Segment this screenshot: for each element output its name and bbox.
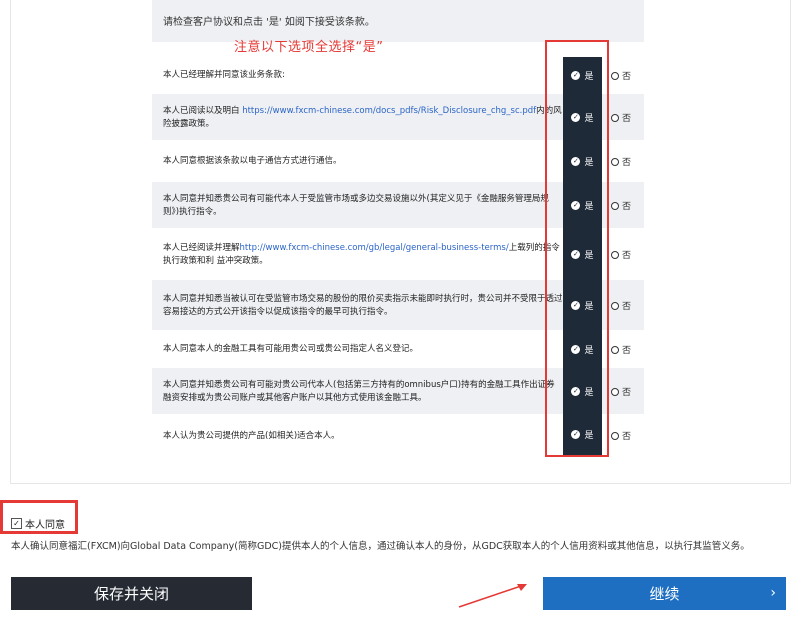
- term-text: 本人已经理解并同意该业务条款:: [163, 70, 285, 80]
- chevron-right-icon: ›: [770, 585, 776, 601]
- term-text: 本人同意并知悉当被认可在受监管市场交易的股份的限价买卖指示未能即时执行时，贵公司…: [163, 294, 563, 317]
- no-label: 否: [622, 114, 632, 124]
- no-option-radio[interactable]: 否: [611, 69, 631, 82]
- radio-icon: [611, 345, 619, 354]
- term-text: 本人同意并知悉贵公司有可能对贵公司代本人(包括第三方持有的omnibus户口)持…: [163, 380, 555, 403]
- term-text: 本人已经阅读并理解http://www.fxcm-chinese.com/gb/…: [163, 242, 563, 268]
- radio-icon: [611, 301, 619, 310]
- no-option-radio[interactable]: 否: [611, 111, 631, 124]
- term-text: 本人已阅读以及明白 https://www.fxcm-chinese.com/d…: [163, 105, 563, 131]
- no-label: 否: [622, 388, 632, 398]
- intro-text: 请检查客户协议和点击 '是' 如阅下接受该条款。: [163, 17, 375, 28]
- radio-icon: [611, 387, 619, 396]
- no-label: 否: [622, 72, 632, 82]
- save-button-label: 保存并关闭: [93, 585, 169, 603]
- agree-note: 本人确认同意福汇(FXCM)向Global Data Company(简称GDC…: [11, 541, 750, 552]
- no-label: 否: [622, 251, 632, 261]
- term-text: 本人同意本人的金融工具有可能用贵公司或贵公司指定人名义登记。: [163, 344, 419, 354]
- term-text: 本人同意并知悉贵公司有可能代本人于受监管市场或多边交易设施以外(其定义见于《金融…: [163, 194, 549, 217]
- term-text: 本人认为贵公司提供的产品(如相关)适合本人。: [163, 431, 340, 441]
- no-label: 否: [622, 158, 632, 168]
- term-text-part: 本人已阅读以及明白: [163, 106, 243, 116]
- no-option-radio[interactable]: 否: [611, 199, 631, 212]
- save-and-close-button[interactable]: 保存并关闭: [11, 577, 252, 610]
- no-option-radio[interactable]: 否: [611, 343, 631, 356]
- radio-icon: [611, 250, 619, 259]
- yes-column-highlight: [545, 40, 609, 457]
- continue-button[interactable]: 继续 ›: [543, 577, 786, 610]
- agree-checkbox[interactable]: ✓: [11, 518, 22, 529]
- continue-button-label: 继续: [649, 585, 680, 603]
- no-label: 否: [622, 346, 632, 356]
- agree-label: 本人同意: [25, 520, 65, 531]
- radio-icon: [611, 201, 619, 210]
- radio-icon: [611, 157, 619, 166]
- no-option-radio[interactable]: 否: [611, 248, 631, 261]
- term-text-part: 本人已经阅读并理解: [163, 243, 240, 253]
- red-arrow-icon: [458, 584, 527, 608]
- no-label: 否: [622, 432, 632, 442]
- business-terms-link[interactable]: http://www.fxcm-chinese.com/gb/legal/gen…: [240, 243, 509, 253]
- no-label: 否: [622, 202, 632, 212]
- risk-disclosure-link[interactable]: https://www.fxcm-chinese.com/docs_pdfs/R…: [242, 106, 536, 116]
- no-option-radio[interactable]: 否: [611, 385, 631, 398]
- no-option-radio[interactable]: 否: [611, 299, 631, 312]
- term-text: 本人同意根据该条款以电子通信方式进行通信。: [163, 156, 342, 166]
- annotation-note: 注意以下选项全选择“是”: [234, 40, 384, 55]
- no-option-radio[interactable]: 否: [611, 155, 631, 168]
- radio-icon: [611, 71, 619, 80]
- no-option-radio[interactable]: 否: [611, 429, 631, 442]
- radio-icon: [611, 113, 619, 122]
- radio-icon: [611, 431, 619, 440]
- no-label: 否: [622, 302, 632, 312]
